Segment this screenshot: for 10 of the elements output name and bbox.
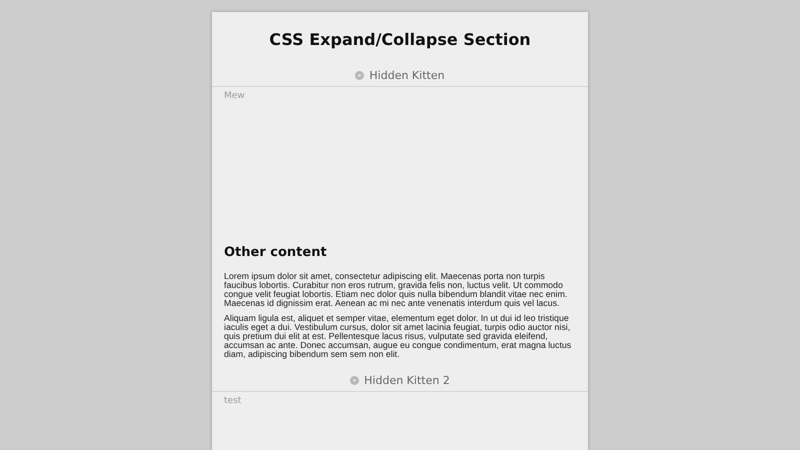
section-content: test (224, 396, 242, 406)
paragraph: Aliquam ligula est, aliquet et semper vitae, elementum eget dolor. In ut dui id leo tristique iaculis eget a dui. Vestibulum cursus, dolor sit amet lacinia feugiat, turpis odio auctor nisi, quis pretium dui elit at est. Pellentesque lacus risus, vulputate sed gravida eleifend, accumsan ac ante. Donec accumsan, augue eu congue condimentum, erat magna luctus diam, adipiscing bibendum sem sem non elit. (224, 314, 572, 359)
section-heading: Other content (224, 245, 328, 260)
toggle-icon (355, 71, 364, 80)
section-toggle[interactable]: Hidden Kitten (212, 64, 588, 87)
section-content: Mew (224, 91, 245, 101)
page-title: CSS Expand/Collapse Section (268, 29, 532, 50)
toggle-icon (350, 376, 360, 385)
paragraph: Lorem ipsum dolor sit amet, consectetur adipiscing elit. Maecenas porta non turpis faucibus lobortis. Curabitur non eros rutrum, gravida felis non, luctus velit. Ut commodo congue velit feugiat lobortis. Etiam nec dolor quis nulla bibendum blandit vitae nec enim. Maecenas id dignissim erat. Aenean ac mi nec ante venenatis interdum quis vel lacus. (224, 272, 568, 308)
section-toggle[interactable]: Hidden Kitten 2 (212, 369, 588, 392)
